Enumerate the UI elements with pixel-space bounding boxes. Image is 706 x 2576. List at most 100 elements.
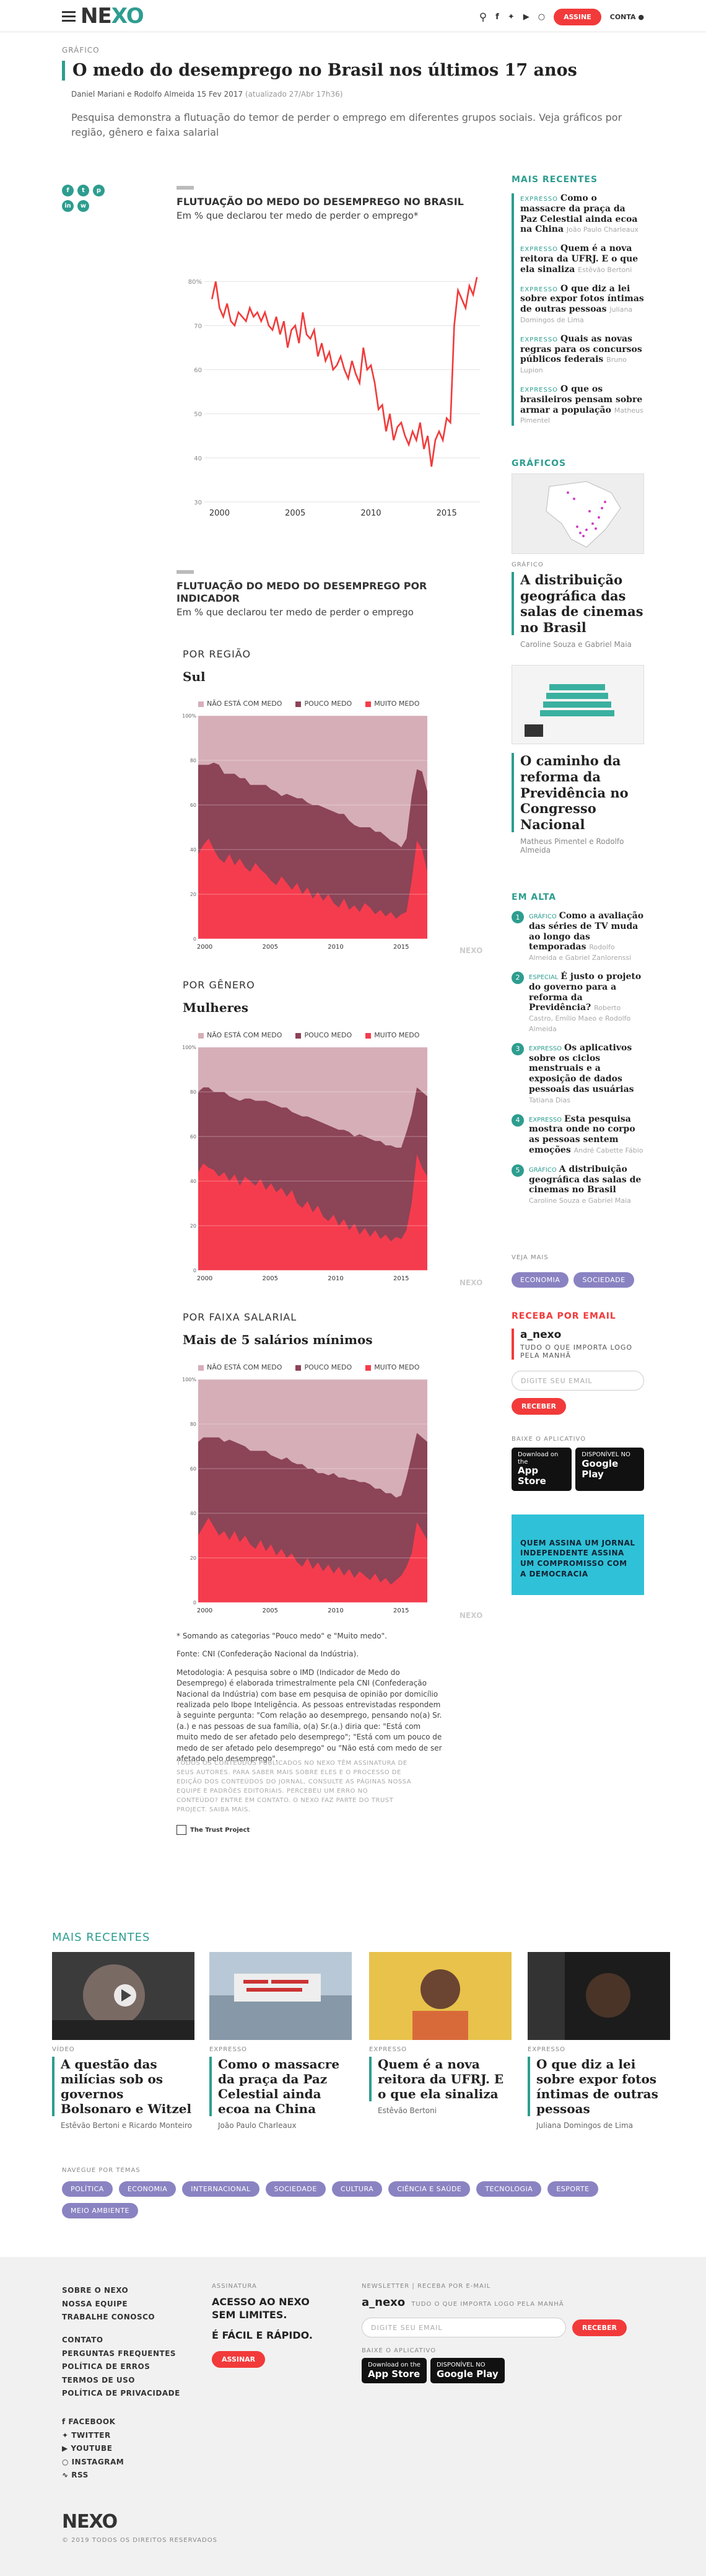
footer-links-2: CONTATO PERGUNTAS FREQUENTES POLÍTICA DE…	[62, 2334, 180, 2401]
tema-pill[interactable]: SOCIEDADE	[265, 2181, 326, 2197]
twitter-link[interactable]: ✦ TWITTER	[62, 2429, 124, 2443]
nexo-logo[interactable]: NEXO	[81, 4, 144, 29]
chart1-subtitle: Em % que declarou ter medo de perder o e…	[176, 210, 419, 221]
conta-link[interactable]: CONTA ●	[610, 13, 644, 21]
twitter-share-icon[interactable]: t	[77, 185, 89, 196]
section-regiao-label: POR REGIÃO	[183, 648, 251, 660]
sidebar-recent-item[interactable]: EXPRESSO O que diz a lei sobre expor foto…	[520, 284, 644, 325]
recent-card[interactable]: EXPRESSO Como o massacre da praça da Paz…	[209, 1952, 352, 2130]
facebook-share-icon[interactable]: f	[62, 185, 74, 196]
footer-google-play-button[interactable]: DISPONÍVEL NO Google Play	[430, 2358, 505, 2383]
youtube-icon[interactable]: ▶	[523, 12, 530, 22]
whatsapp-share-icon[interactable]: w	[77, 200, 89, 212]
x-tick-label: 2005	[263, 1607, 278, 1614]
em-alta-item[interactable]: 5 GRÁFICO A distribuição geográfica das sa…	[512, 1164, 644, 1206]
tema-pill[interactable]: CIÊNCIA E SAÚDE	[388, 2181, 471, 2197]
assine-button[interactable]: ASSINE	[554, 9, 601, 25]
y-tick-label: 0	[193, 936, 196, 942]
menu-icon[interactable]	[62, 11, 76, 22]
footer-link[interactable]: NOSSA EQUIPE	[62, 2298, 155, 2311]
grafico-2-title[interactable]: O caminho da reforma da Previdência no C…	[512, 753, 644, 833]
footer-app-store-button[interactable]: Download on the App Store	[362, 2358, 427, 2383]
y-tick-label: 20	[190, 892, 196, 897]
instagram-link[interactable]: ○ INSTAGRAM	[62, 2456, 124, 2469]
y-tick-label: 20	[190, 1223, 196, 1229]
footer-link[interactable]: SOBRE O NEXO	[62, 2284, 155, 2298]
article-category: GRÁFICO	[62, 46, 100, 55]
sidebar-receber-button[interactable]: RECEBER	[512, 1398, 566, 1415]
y-tick-label: 60	[190, 802, 196, 808]
footer-link[interactable]: CONTATO	[62, 2334, 180, 2347]
legend-3: NÃO ESTÁ COM MEDO POUCO MEDO MUITO MEDO	[198, 1363, 419, 1371]
tema-pill[interactable]: CULTURA	[331, 2181, 383, 2197]
tema-pill[interactable]: TECNOLOGIA	[476, 2181, 542, 2197]
y-tick-label: 80	[190, 1089, 196, 1095]
footer-links-1: SOBRE O NEXO NOSSA EQUIPE TRABALHE CONOS…	[62, 2284, 155, 2324]
search-icon[interactable]: ⚲	[479, 11, 487, 24]
assine-cta-banner[interactable]: QUEM ASSINA UM JORNAL INDEPENDENTE ASSIN…	[512, 1514, 644, 1595]
facebook-icon[interactable]: f	[495, 12, 499, 22]
footer-link[interactable]: TERMOS DE USO	[62, 2374, 180, 2388]
baixe-app-title: BAIXE O APLICATIVO	[512, 1436, 586, 1443]
tema-pill[interactable]: MEIO AMBIENTE	[62, 2203, 138, 2218]
sidebar-recent-item[interactable]: EXPRESSO Como o massacre da praça da Paz …	[520, 193, 644, 235]
x-tick-label: 2000	[197, 944, 212, 951]
footer-link[interactable]: TRABALHE CONOSCO	[62, 2311, 155, 2324]
sidebar-recent-item[interactable]: EXPRESSO O que os brasileiros pensam sobr…	[520, 384, 644, 426]
rss-link[interactable]: ∿ RSS	[62, 2469, 124, 2482]
chart-notes: * Somando as categorias "Pouco medo" e "…	[176, 1631, 443, 1772]
youtube-link[interactable]: ▶ YOUTUBE	[62, 2442, 124, 2456]
y-tick-label: 70	[194, 323, 202, 330]
facebook-link[interactable]: f FACEBOOK	[62, 2416, 124, 2429]
pinterest-share-icon[interactable]: p	[93, 185, 105, 196]
brazil-map-thumbnail[interactable]	[512, 473, 644, 554]
tema-pill[interactable]: ESPORTE	[547, 2181, 598, 2197]
footer-link[interactable]: PERGUNTAS FREQUENTES	[62, 2347, 180, 2361]
x-tick-label: 2015	[393, 1275, 409, 1282]
em-alta-item[interactable]: 2 ESPECIAL É justo o projeto do governo pa…	[512, 971, 644, 1034]
y-tick-label: 30	[194, 499, 202, 506]
footer-link[interactable]: POLÍTICA DE ERROS	[62, 2360, 180, 2374]
tema-pill[interactable]: INTERNACIONAL	[182, 2181, 259, 2197]
footer-email-input[interactable]: DIGITE SEU EMAIL	[362, 2318, 566, 2337]
grafico-1-author: Caroline Souza e Gabriel Maia	[520, 640, 632, 649]
sidebar-recent-item[interactable]: EXPRESSO Quem é a nova reitora da UFRJ. E…	[520, 244, 644, 275]
app-store-button[interactable]: Download on the App Store	[512, 1448, 572, 1491]
sidebar-recentes: MAIS RECENTES EXPRESSO Como o massacre da…	[512, 175, 644, 426]
em-alta-item[interactable]: 4 EXPRESSO Esta pesquisa mostra onde no co…	[512, 1114, 644, 1156]
previdencia-thumbnail[interactable]	[512, 665, 644, 745]
em-alta-item[interactable]: 3 EXPRESSO Os aplicativos sobre os ciclos …	[512, 1042, 644, 1106]
legend-2: NÃO ESTÁ COM MEDO POUCO MEDO MUITO MEDO	[198, 1031, 419, 1039]
linkedin-share-icon[interactable]: in	[62, 200, 74, 212]
legend-item-nao: NÃO ESTÁ COM MEDO	[198, 1031, 282, 1039]
tema-pill[interactable]: ECONOMIA	[118, 2181, 176, 2197]
receba-email-title: RECEBA POR EMAIL	[512, 1311, 616, 1321]
x-tick-label: 2005	[285, 509, 305, 518]
footer-logo[interactable]: NEXO	[62, 2511, 118, 2533]
footer-link[interactable]: POLÍTICA DE PRIVACIDADE	[62, 2387, 180, 2401]
tema-pill[interactable]: POLÍTICA	[62, 2181, 113, 2197]
footer-newsletter: NEWSLETTER | RECEBA POR E-MAIL a_nexo TU…	[362, 2283, 647, 2383]
anexo-logo: a_nexo	[520, 1329, 562, 1341]
recent-card[interactable]: VÍDEO A questão das milícias sob os gove…	[52, 1952, 194, 2130]
trust-project-logo[interactable]: The Trust Project	[176, 1825, 250, 1835]
footer-assinatura: ASSINATURA ACESSO AO NEXO SEM LIMITES. É…	[212, 2283, 336, 2368]
pill-economia[interactable]: ECONOMIA	[512, 1272, 569, 1288]
google-play-button[interactable]: DISPONÍVEL NO Google Play	[575, 1448, 644, 1491]
pill-sociedade[interactable]: SOCIEDADE	[573, 1272, 634, 1288]
instagram-icon[interactable]: ○	[538, 12, 545, 22]
em-alta-item[interactable]: 1 GRÁFICO Como a avaliação das séries de T…	[512, 911, 644, 963]
footer-receber-button[interactable]: RECEBER	[572, 2319, 627, 2336]
area-chart-mulheres: 0 20 40 60 80 100% 2000 2005 2010 2015	[182, 1045, 427, 1282]
y-tick-label: 100%	[182, 713, 196, 719]
recent-card[interactable]: EXPRESSO O que diz a lei sobre expor fot…	[528, 1952, 670, 2130]
grafico-1-title[interactable]: A distribuição geográfica das salas de c…	[512, 572, 644, 636]
section-salario-label: POR FAIXA SALARIAL	[183, 1311, 297, 1323]
sidebar-email-input[interactable]: DIGITE SEU EMAIL	[512, 1371, 644, 1391]
sidebar-recent-item[interactable]: EXPRESSO Quais as novas regras para os co…	[520, 334, 644, 376]
line-series	[211, 276, 478, 467]
twitter-icon[interactable]: ✦	[508, 12, 515, 22]
footer-assinar-button[interactable]: ASSINAR	[212, 2350, 266, 2368]
recent-card[interactable]: EXPRESSO Quem é a nova reitora da UFRJ. …	[369, 1952, 512, 2115]
bottom-recentes-title: MAIS RECENTES	[52, 1931, 150, 1944]
